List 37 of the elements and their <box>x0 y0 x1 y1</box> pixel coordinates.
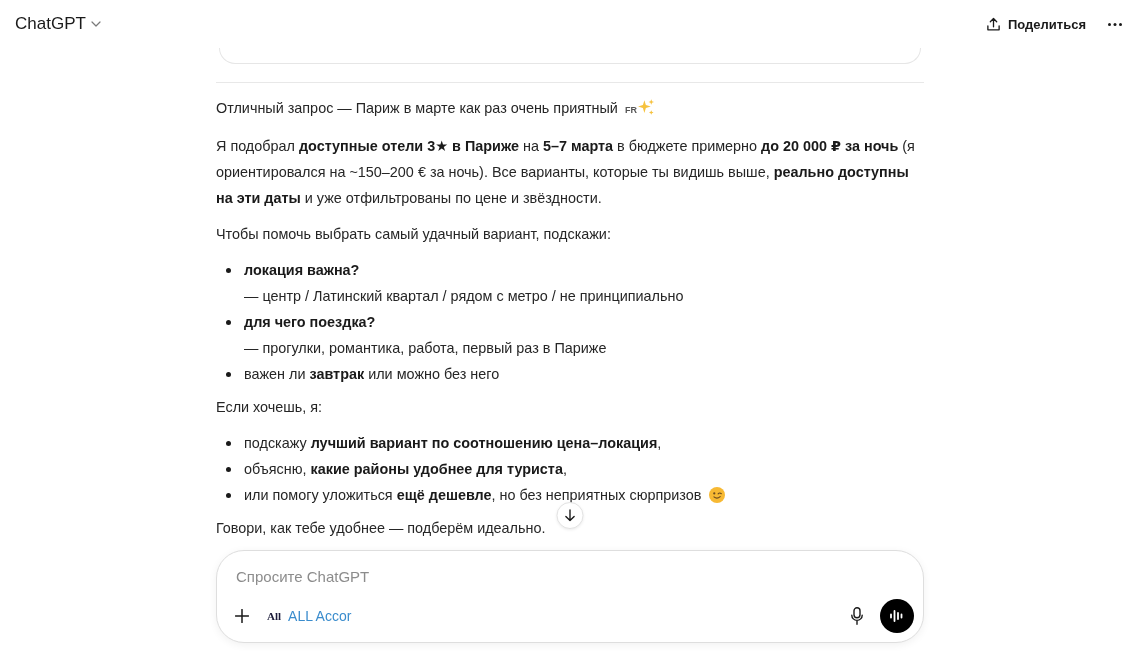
list-item-text: или помогу уложиться ещё дешевле, но без неприятных сюрпризов <box>244 487 702 503</box>
list-item-text: подскажу лучший вариант по соотношению цена–локация, <box>244 435 662 451</box>
more-icon <box>1108 22 1122 26</box>
message-paragraph: Если хочешь, я: <box>216 398 323 417</box>
message-text: Отличный запрос — Париж в марте как раз очень приятный <box>216 100 618 116</box>
message-paragraph: Чтобы помочь выбрать самый удачный вариант, подскажи: <box>216 225 611 244</box>
message-paragraph: Я подобрал доступные отели 3★ в Париже на 5–7 марта в бюджете примерно до 20 000 ₽ за ночь (я ориентировался на ~150–200 € за ночь). Все варианты, которые ты видишь выше, реально доступны на эти даты и уже отфильтрованы по цене и звёздности. <box>216 137 916 208</box>
scroll-down-button[interactable] <box>556 502 584 529</box>
bullet-icon <box>226 320 231 325</box>
winking-face-icon <box>709 487 726 503</box>
share-button[interactable]: Поделиться <box>979 10 1092 38</box>
arrow-down-icon <box>564 509 576 522</box>
bullet-icon <box>226 268 231 273</box>
list-note: — прогулки, романтика, работа, первый раз в Париже <box>244 340 607 356</box>
app-chip[interactable]: All ALL Accor <box>265 604 354 628</box>
bullet-icon <box>226 493 231 498</box>
chevron-down-icon <box>90 21 101 27</box>
share-icon <box>985 16 1001 32</box>
microphone-icon <box>851 607 863 625</box>
message-paragraph: Говори, как тебе удобнее — подберём идеально. <box>216 519 546 538</box>
voice-mode-button[interactable] <box>880 599 914 633</box>
bullet-icon <box>226 441 231 446</box>
flag-label: FR <box>624 105 637 115</box>
model-menu-button[interactable]: ChatGPT <box>8 8 108 40</box>
bullet-icon <box>226 467 231 472</box>
sparkle-icon <box>637 99 654 115</box>
plus-icon <box>235 609 249 623</box>
message-composer[interactable]: Спросите ChatGPT All ALL Accor <box>216 550 924 643</box>
list-item-text: важен ли завтрак или можно без него <box>244 366 500 382</box>
list-question: для чего поездка? <box>244 314 376 330</box>
list-item-text: объясню, какие районы удобнее для туриста, <box>244 461 567 477</box>
bullet-icon <box>226 372 231 377</box>
prompt-input[interactable]: Спросите ChatGPT <box>227 563 914 589</box>
list-question: локация важна? <box>244 262 360 278</box>
app-logo: All <box>267 610 282 622</box>
waveform-icon <box>890 610 904 622</box>
list-note: — центр / Латинский квартал / рядом с метро / не принципиально <box>244 288 684 304</box>
